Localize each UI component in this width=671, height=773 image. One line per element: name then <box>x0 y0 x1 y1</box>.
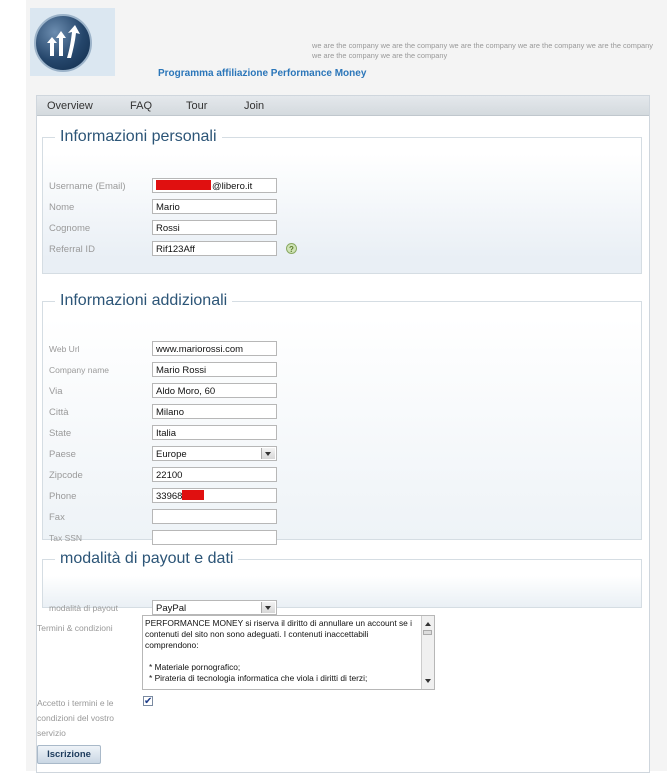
state-input[interactable]: Italia <box>152 425 277 440</box>
tax-label: Tax SSN <box>49 533 83 543</box>
section-title: Informazioni personali <box>60 128 217 145</box>
fax-label: Fax <box>49 512 65 523</box>
zip-input[interactable]: 22100 <box>152 467 277 482</box>
country-select[interactable]: Europe <box>152 446 277 461</box>
section-title: Informazioni addizionali <box>60 292 228 309</box>
street-input[interactable]: Aldo Moro, 60 <box>152 383 277 398</box>
payout-section: modalità di payout e dati modalità di pa… <box>42 550 642 615</box>
name-input[interactable]: Mario <box>152 199 277 214</box>
username-input[interactable]: @libero.it <box>152 178 277 193</box>
nav-bar: Overview FAQ Tour Join <box>37 96 649 116</box>
company-label: Company name <box>49 365 110 375</box>
terms-list-item: * Materiale pornografico; <box>149 662 241 672</box>
payout-method-label: modalità di payout <box>49 603 118 613</box>
main-content: Overview FAQ Tour Join Informazioni pers… <box>36 95 650 773</box>
terms-paragraph: PERFORMANCE MONEY si riserva il diritto … <box>145 618 413 650</box>
company-tagline: we are the company we are the company we… <box>312 41 653 60</box>
terms-list-item: * Pirateria di tecnologia informatica ch… <box>149 673 368 683</box>
chevron-down-icon[interactable] <box>261 602 275 613</box>
scrollbar[interactable] <box>421 616 434 689</box>
accept-terms-checkbox[interactable]: ✔ <box>143 696 153 707</box>
surname-input[interactable]: Rossi <box>152 220 277 235</box>
username-label: Username (Email) <box>49 181 126 192</box>
surname-label: Cognome <box>49 223 91 234</box>
referral-label: Referral ID <box>49 244 95 255</box>
personal-info-section: Informazioni personali Username (Email) … <box>42 128 642 274</box>
web-label: Web Url <box>49 344 80 354</box>
referral-input[interactable]: Rif123Aff <box>152 241 277 256</box>
chevron-down-icon[interactable] <box>261 448 275 459</box>
street-label: Via <box>49 386 63 397</box>
city-input[interactable]: Milano <box>152 404 277 419</box>
nav-faq[interactable]: FAQ <box>130 100 152 112</box>
program-title: Programma affiliazione Performance Money <box>158 68 367 79</box>
additional-info-section: Informazioni addizionali Web Url www.mar… <box>42 292 642 545</box>
redaction-mark <box>182 490 205 500</box>
state-label: State <box>49 428 72 439</box>
phone-label: Phone <box>49 491 77 502</box>
fax-input[interactable] <box>152 509 277 524</box>
nav-tour[interactable]: Tour <box>186 100 207 112</box>
submit-button[interactable]: Iscrizione <box>37 745 101 764</box>
logo <box>30 8 115 76</box>
scroll-down-icon[interactable] <box>425 679 431 683</box>
tax-input[interactable] <box>152 530 277 545</box>
scroll-thumb[interactable] <box>423 630 432 635</box>
company-input[interactable]: Mario Rossi <box>152 362 277 377</box>
phone-input[interactable]: 33968 <box>152 488 277 503</box>
section-title: modalità di payout e dati <box>60 550 234 567</box>
city-label: Città <box>49 407 69 418</box>
country-label: Paese <box>49 449 76 460</box>
help-icon[interactable]: ? <box>286 243 297 254</box>
web-url-input[interactable]: www.mariorossi.com <box>152 341 277 356</box>
accept-terms-label: Accetto i termini e le condizioni del vo… <box>37 698 115 738</box>
payout-method-select[interactable]: PayPal <box>152 600 277 615</box>
nav-join[interactable]: Join <box>244 100 264 112</box>
zip-label: Zipcode <box>49 470 83 481</box>
terms-textarea[interactable]: PERFORMANCE MONEY si riserva il diritto … <box>142 615 435 690</box>
nav-overview[interactable]: Overview <box>47 100 93 112</box>
terms-label: Termini & condizioni <box>37 623 113 633</box>
scroll-up-icon[interactable] <box>425 622 431 626</box>
upward-arrows-logo-icon <box>34 14 92 72</box>
name-label: Nome <box>49 202 75 213</box>
redaction-mark <box>156 180 211 190</box>
